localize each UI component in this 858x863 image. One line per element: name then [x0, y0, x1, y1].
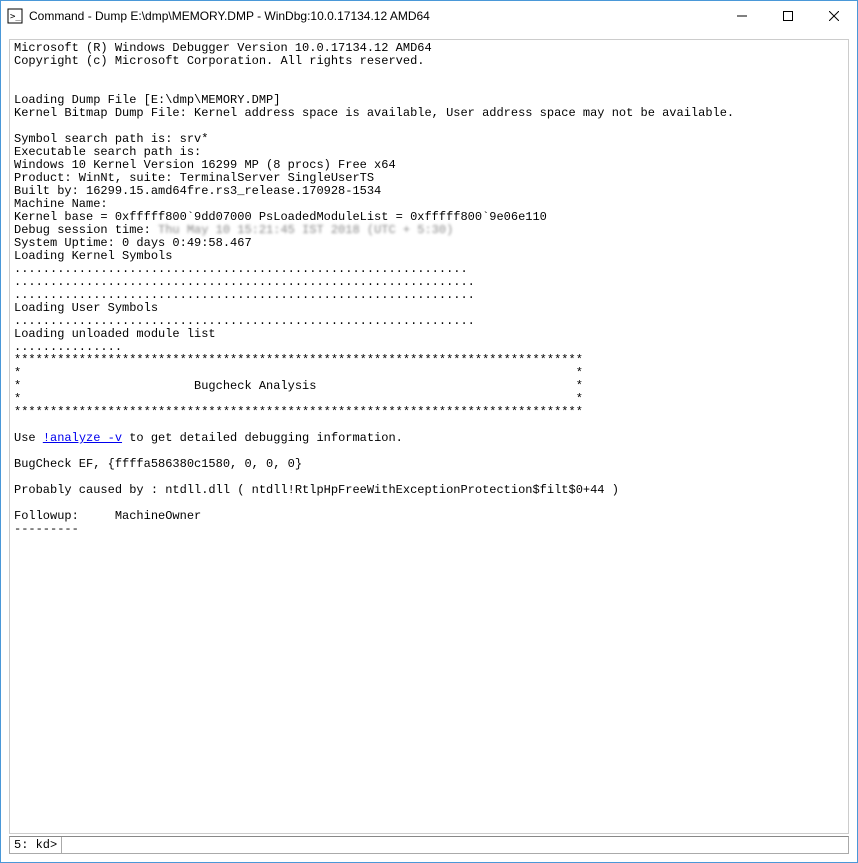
command-input[interactable]: [62, 837, 848, 853]
content-area: Microsoft (R) Windows Debugger Version 1…: [1, 31, 857, 862]
output-line: Built by: 16299.15.amd64fre.rs3_release.…: [14, 184, 381, 198]
output-line: ........................................…: [14, 288, 475, 302]
output-line: Windows 10 Kernel Version 16299 MP (8 pr…: [14, 158, 396, 172]
output-line: * *: [14, 392, 583, 406]
output-line: Followup: MachineOwner: [14, 509, 201, 523]
output-line: ****************************************…: [14, 405, 583, 419]
close-button[interactable]: [811, 1, 857, 31]
window-controls: [719, 1, 857, 31]
output-line: Probably caused by : ntdll.dll ( ntdll!R…: [14, 483, 619, 497]
maximize-button[interactable]: [765, 1, 811, 31]
output-line: Loading User Symbols: [14, 301, 158, 315]
output-line: Machine Name:: [14, 197, 108, 211]
app-icon: >_: [7, 8, 23, 24]
prompt-label: 5: kd>: [10, 837, 62, 853]
output-line: to get detailed debugging information.: [122, 431, 403, 445]
svg-text:>_: >_: [10, 12, 21, 22]
output-line: Use: [14, 431, 43, 445]
output-line: Copyright (c) Microsoft Corporation. All…: [14, 54, 424, 68]
debugger-output[interactable]: Microsoft (R) Windows Debugger Version 1…: [9, 39, 849, 834]
output-line: Kernel base = 0xfffff800`9dd07000 PsLoad…: [14, 210, 547, 224]
analyze-link[interactable]: !analyze -v: [43, 431, 122, 445]
output-line: * Bugcheck Analysis *: [14, 379, 583, 393]
output-line: * *: [14, 366, 583, 380]
output-line: ****************************************…: [14, 353, 583, 367]
window-title: Command - Dump E:\dmp\MEMORY.DMP - WinDb…: [29, 9, 719, 23]
titlebar[interactable]: >_ Command - Dump E:\dmp\MEMORY.DMP - Wi…: [1, 1, 857, 31]
blurred-timestamp: Thu May 10 15:21:45 IST 2018 (UTC + 5:30…: [158, 223, 453, 237]
output-line: Executable search path is:: [14, 145, 208, 159]
output-line: ...............: [14, 340, 122, 354]
output-line: Microsoft (R) Windows Debugger Version 1…: [14, 41, 432, 55]
output-line: Kernel Bitmap Dump File: Kernel address …: [14, 106, 734, 120]
output-line: ........................................…: [14, 262, 468, 276]
output-line: Loading Dump File [E:\dmp\MEMORY.DMP]: [14, 93, 280, 107]
windbg-command-window: >_ Command - Dump E:\dmp\MEMORY.DMP - Wi…: [0, 0, 858, 863]
output-line: Product: WinNt, suite: TerminalServer Si…: [14, 171, 374, 185]
output-line: BugCheck EF, {ffffa586380c1580, 0, 0, 0}: [14, 457, 302, 471]
output-line: Loading unloaded module list: [14, 327, 216, 341]
output-line: ........................................…: [14, 314, 475, 328]
output-line: ---------: [14, 522, 79, 536]
minimize-button[interactable]: [719, 1, 765, 31]
output-line: Symbol search path is: srv*: [14, 132, 208, 146]
output-line: System Uptime: 0 days 0:49:58.467: [14, 236, 252, 250]
command-input-row: 5: kd>: [9, 836, 849, 854]
output-line: Debug session time:: [14, 223, 158, 237]
output-line: ........................................…: [14, 275, 475, 289]
output-line: Loading Kernel Symbols: [14, 249, 172, 263]
